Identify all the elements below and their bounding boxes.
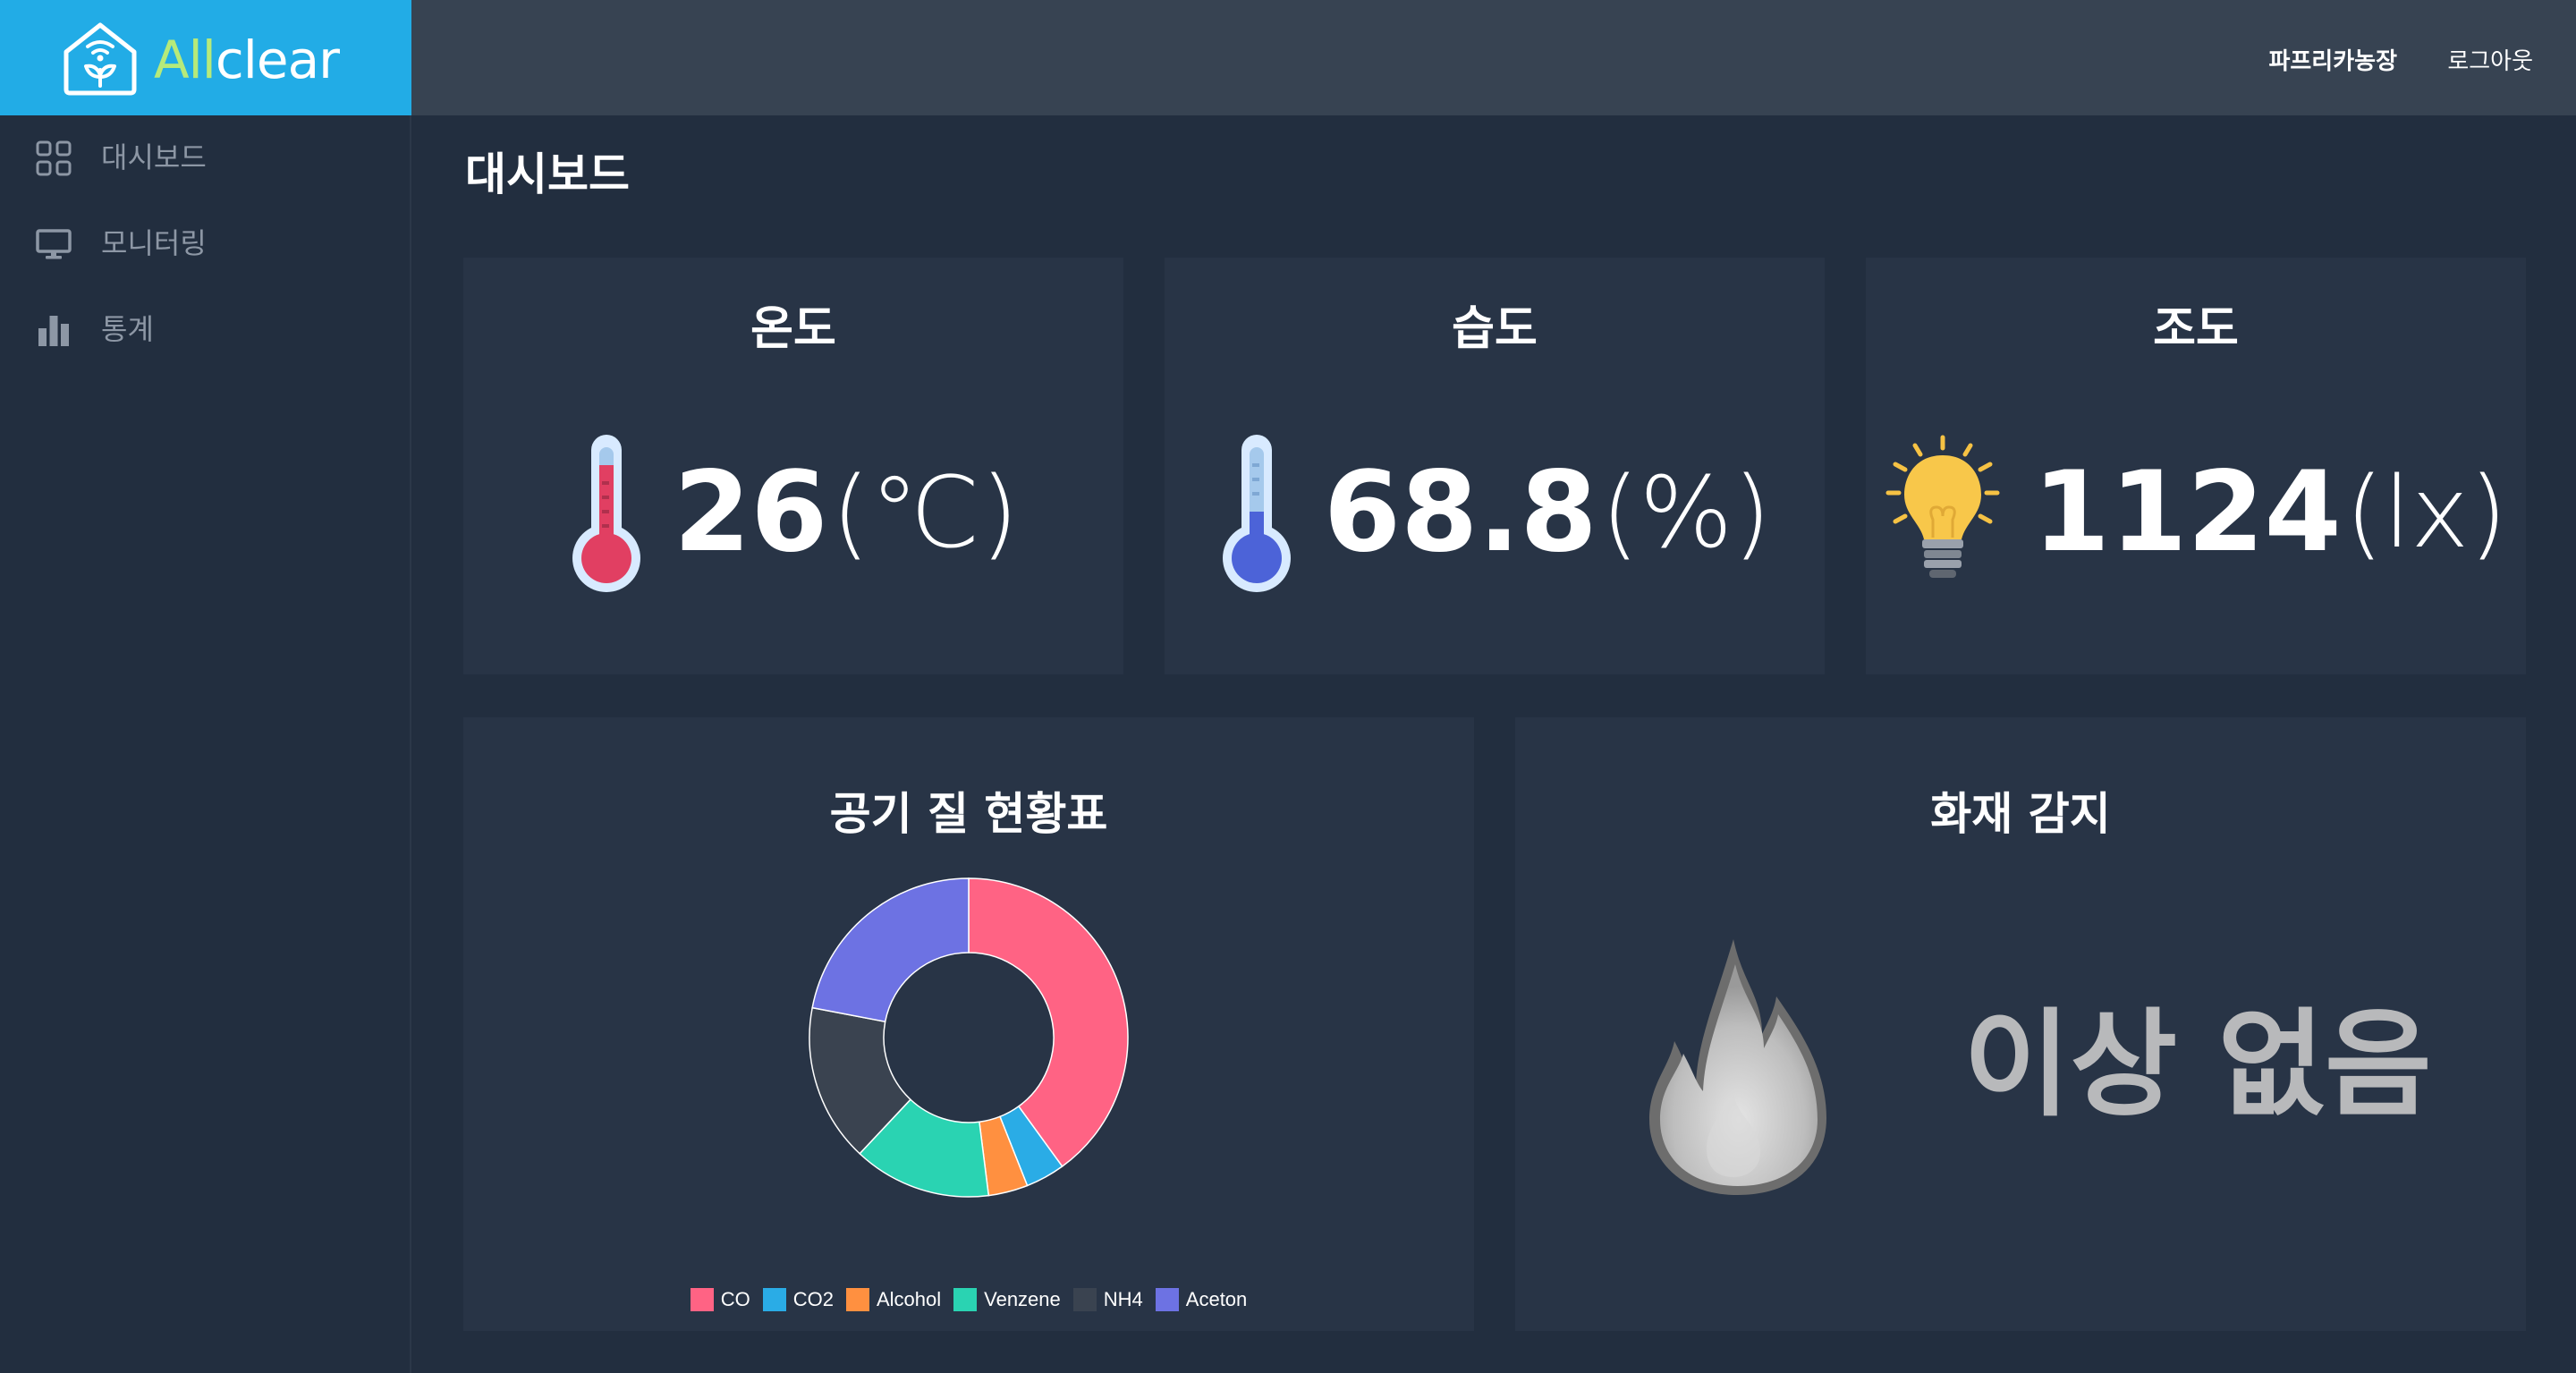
fire-icon xyxy=(1649,939,1826,1195)
sidebar-item-dashboard[interactable]: 대시보드 xyxy=(0,123,411,194)
fire-status-text: 이상 없음 xyxy=(1963,996,2432,1132)
temperature-row: 26 (℃) xyxy=(463,428,1123,598)
illuminance-value: 1124 xyxy=(2032,448,2342,577)
illuminance-title: 조도 xyxy=(2153,302,2239,356)
temperature-unit: (℃) xyxy=(831,455,1019,570)
fire-title: 화재 감지 xyxy=(1930,788,2111,840)
temperature-card: 온도 26 (℃) xyxy=(463,258,1123,674)
legend-swatch xyxy=(690,1288,714,1311)
legend-label: CO2 xyxy=(792,1288,834,1310)
lightbulb-icon xyxy=(1885,435,2000,578)
air-quality-donut-chart[interactable] xyxy=(790,859,1148,1216)
air-quality-title: 공기 질 현황표 xyxy=(829,788,1108,840)
sidebar: 대시보드 모니터링 통계 xyxy=(0,115,411,1373)
legend-label: Venzene xyxy=(984,1288,1061,1310)
farm-name-link[interactable]: 파프리카농장 xyxy=(2268,43,2397,76)
humidity-unit: (%) xyxy=(1600,455,1772,570)
chart-legend: CO CO2 Alcohol Venzene NH4 Aceton xyxy=(463,1288,1474,1311)
illuminance-card: 조도 1124 (lx) xyxy=(1866,258,2526,674)
top-bar: 파프리카농장 로그아웃 xyxy=(411,0,2576,115)
thermometer-hot-icon xyxy=(572,435,641,592)
legend-item-alcohol[interactable]: Alcohol xyxy=(845,1288,942,1311)
legend-swatch xyxy=(953,1288,978,1311)
sidebar-item-label: 모니터링 xyxy=(101,226,207,260)
monitor-icon xyxy=(36,229,72,259)
humidity-value: 68.8 xyxy=(1323,448,1597,577)
thermometer-cold-icon xyxy=(1222,435,1291,592)
dashboard-grid-icon xyxy=(36,140,72,176)
sidebar-item-monitoring[interactable]: 모니터링 xyxy=(0,208,411,280)
legend-item-nh4[interactable]: NH4 xyxy=(1072,1288,1143,1311)
humidity-title: 습도 xyxy=(1452,302,1538,356)
brand-name: Allclear xyxy=(154,30,340,90)
legend-swatch xyxy=(762,1288,786,1311)
legend-item-co[interactable]: CO xyxy=(690,1288,750,1311)
page-title: 대시보드 xyxy=(465,148,630,200)
legend-label: NH4 xyxy=(1103,1288,1143,1310)
legend-label: CO xyxy=(720,1288,750,1310)
illuminance-row: 1124 (lx) xyxy=(1866,428,2526,598)
legend-label: Alcohol xyxy=(876,1288,942,1310)
humidity-row: 68.8 (%) xyxy=(1165,428,1825,598)
temperature-title: 온도 xyxy=(750,302,836,356)
illuminance-unit: (lx) xyxy=(2344,455,2508,570)
sidebar-item-label: 통계 xyxy=(101,312,154,346)
legend-swatch xyxy=(845,1288,869,1311)
legend-swatch xyxy=(1072,1288,1097,1311)
legend-item-co2[interactable]: CO2 xyxy=(762,1288,834,1311)
legend-swatch xyxy=(1155,1288,1179,1311)
donut-slice-aceton[interactable] xyxy=(811,877,970,1023)
humidity-card: 습도 68.8 (%) xyxy=(1165,258,1825,674)
legend-label: Aceton xyxy=(1185,1288,1248,1310)
temperature-value: 26 xyxy=(674,448,828,577)
legend-item-aceton[interactable]: Aceton xyxy=(1155,1288,1248,1311)
house-sprout-icon xyxy=(64,22,137,96)
sidebar-item-statistics[interactable]: 통계 xyxy=(0,294,411,366)
brand-logo[interactable]: Allclear xyxy=(0,0,411,115)
legend-item-venzene[interactable]: Venzene xyxy=(953,1288,1061,1311)
sidebar-item-label: 대시보드 xyxy=(101,140,207,174)
bar-chart-icon xyxy=(38,316,69,346)
logout-link[interactable]: 로그아웃 xyxy=(2447,43,2533,76)
